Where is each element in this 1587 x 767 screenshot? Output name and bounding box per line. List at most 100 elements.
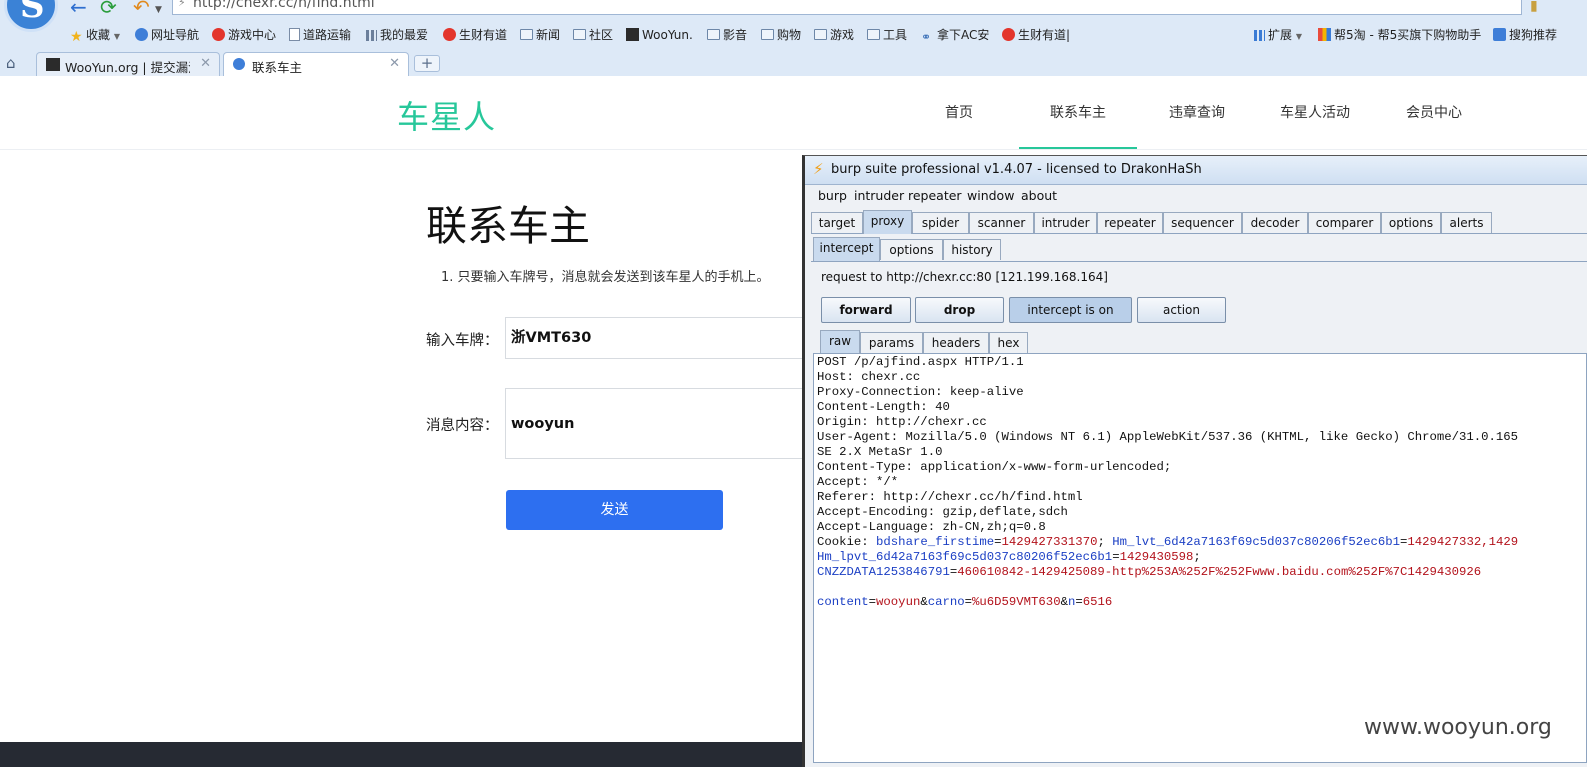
folder-icon xyxy=(867,29,880,40)
drop-button[interactable]: drop xyxy=(915,297,1004,323)
message-label: 消息内容： xyxy=(426,418,499,434)
refresh-icon[interactable]: ⟳ xyxy=(100,0,117,17)
bookmark-nav[interactable]: 网址导航 xyxy=(135,24,199,46)
close-icon[interactable]: ✕ xyxy=(200,56,211,71)
bookmarks-bar: ★ 收藏 ▼ 网址导航 游戏中心 道路运输 我的最爱 生财有道 新闻 社区 Woo… xyxy=(0,24,1587,46)
tab-alerts[interactable]: alerts xyxy=(1441,212,1492,233)
forward-button[interactable]: forward xyxy=(821,297,911,323)
header-line: Accept: */* xyxy=(817,475,899,489)
sougou-button[interactable]: 搜狗推荐 xyxy=(1493,24,1557,46)
document-icon xyxy=(289,28,300,41)
bookmark-wooyun[interactable]: WooYun. xyxy=(626,24,693,46)
tab-scanner[interactable]: scanner xyxy=(969,212,1034,233)
tab-decoder[interactable]: decoder xyxy=(1242,212,1308,233)
menu-repeater[interactable]: repeater xyxy=(908,188,962,203)
bang5-button[interactable]: 帮5淘 - 帮5买旗下购物助手 xyxy=(1318,24,1481,46)
tab-intercept[interactable]: intercept xyxy=(813,237,880,261)
bookmark-shengcai-2[interactable]: 生财有道| xyxy=(1002,24,1070,46)
cookie-line: CNZZDATA1253846791=460610842-1429425089-… xyxy=(817,565,1482,579)
sougou-icon xyxy=(1493,28,1506,41)
menu-burp[interactable]: burp xyxy=(818,188,847,203)
bookmark-road[interactable]: 道路运输 xyxy=(289,24,351,46)
header-line: Referer: http://chexr.cc/h/find.html xyxy=(817,490,1083,504)
tab-wooyun[interactable]: WooYun.org | 提交漏洞 ✕ xyxy=(36,52,220,76)
link-icon: ⚭ xyxy=(921,30,932,44)
tab-contact-owner[interactable]: 联系车主 ✕ xyxy=(223,52,409,76)
close-icon[interactable]: ✕ xyxy=(389,56,400,71)
site-favicon-icon xyxy=(233,58,245,70)
action-button[interactable]: action xyxy=(1137,297,1226,323)
tab-headers[interactable]: headers xyxy=(923,332,989,353)
address-bar[interactable]: ⚡ http://chexr.cc/h/find.html xyxy=(172,0,1522,15)
wooyun-icon xyxy=(46,58,60,71)
site-logo[interactable]: 车星人 xyxy=(397,92,496,138)
bookmark-shopping[interactable]: 购物 xyxy=(761,24,801,46)
bookmark-tools[interactable]: 工具 xyxy=(867,24,907,46)
proxy-tabs-divider xyxy=(811,261,1587,262)
message-textarea[interactable]: wooyun xyxy=(505,388,805,459)
tab-intruder[interactable]: intruder xyxy=(1034,212,1097,233)
bookmark-ac[interactable]: ⚭ 拿下AC安 xyxy=(921,24,989,46)
nav-events[interactable]: 车星人活动 xyxy=(1270,76,1360,149)
burp-title-bar[interactable]: ⚡ burp suite professional v1.4.07 - lice… xyxy=(805,156,1587,185)
tab-spider[interactable]: spider xyxy=(912,212,969,233)
tab-target[interactable]: target xyxy=(811,212,863,233)
tab-params[interactable]: params xyxy=(860,332,923,353)
bookmark-game-center[interactable]: 游戏中心 xyxy=(212,24,276,46)
header-line: Origin: http://chexr.cc xyxy=(817,415,987,429)
bang5-icon xyxy=(1318,28,1331,41)
header-line: Accept-Language: zh-CN,zh;q=0.8 xyxy=(817,520,1046,534)
new-tab-button[interactable]: + xyxy=(414,55,440,72)
undo-dropdown-icon[interactable]: ▼ xyxy=(155,0,162,20)
nav-violation-query[interactable]: 违章查询 xyxy=(1160,76,1234,149)
tab-history[interactable]: history xyxy=(943,239,1001,260)
cookie-line: Cookie: bdshare_firstime=1429427331370; … xyxy=(817,535,1519,549)
menu-intruder[interactable]: intruder xyxy=(854,188,904,203)
globe-icon xyxy=(135,28,148,41)
page-note: 1. 只要输入车牌号，消息就会发送到该车星人的手机上。 xyxy=(441,270,770,285)
undo-icon[interactable]: ↶ xyxy=(133,0,150,17)
bookmark-favorites[interactable]: ★ 收藏 ▼ xyxy=(70,24,120,46)
tab-hex[interactable]: hex xyxy=(989,332,1028,353)
nav-member-center[interactable]: 会员中心 xyxy=(1398,76,1470,149)
burp-tool-tabs: target proxy spider scanner intruder rep… xyxy=(811,210,1587,234)
bookmark-news[interactable]: 新闻 xyxy=(520,24,560,46)
nav-home[interactable]: 首页 xyxy=(930,76,988,149)
burp-title: burp suite professional v1.4.07 - licens… xyxy=(831,162,1202,177)
request-line: POST /p/ajfind.aspx HTTP/1.1 xyxy=(817,355,1024,369)
bookmark-community[interactable]: 社区 xyxy=(573,24,613,46)
bookmark-favorite[interactable]: 我的最爱 xyxy=(366,24,428,46)
tab-proxy-options[interactable]: options xyxy=(880,239,943,260)
extensions-button[interactable]: 扩展 ▼ xyxy=(1254,24,1302,46)
folder-icon xyxy=(761,29,774,40)
star-icon: ★ xyxy=(70,29,83,45)
plate-label: 输入车牌： xyxy=(426,333,499,349)
home-icon[interactable]: ⌂ xyxy=(6,54,16,72)
menu-about[interactable]: about xyxy=(1021,188,1057,203)
folder-icon xyxy=(520,29,533,40)
tab-repeater[interactable]: repeater xyxy=(1097,212,1163,233)
tab-comparer[interactable]: comparer xyxy=(1308,212,1381,233)
tab-raw[interactable]: raw xyxy=(820,330,860,353)
address-side-icon[interactable]: ▮ xyxy=(1530,0,1538,14)
tab-sequencer[interactable]: sequencer xyxy=(1163,212,1242,233)
back-icon[interactable]: ← xyxy=(70,0,87,17)
cookie-line: Hm_lpvt_6d42a7163f69c5d037c80206f52ec6b1… xyxy=(817,550,1201,564)
plate-input[interactable]: 浙VMT630 xyxy=(505,317,805,359)
wooyun-icon xyxy=(626,28,639,41)
page-title: 联系车主 xyxy=(426,202,590,250)
request-editor[interactable]: POST /p/ajfind.aspx HTTP/1.1 Host: chexr… xyxy=(813,353,1587,763)
bookmark-media[interactable]: 影音 xyxy=(707,24,747,46)
send-button[interactable]: 发送 xyxy=(506,490,723,530)
menu-window[interactable]: window xyxy=(967,188,1014,203)
intercept-toggle-button[interactable]: intercept is on xyxy=(1009,297,1132,323)
folder-icon xyxy=(573,29,586,40)
browser-toolbar: S ← ⟳ ↶ ▼ ⚡ http://chexr.cc/h/find.html … xyxy=(0,0,1587,77)
nav-contact-owner[interactable]: 联系车主 xyxy=(1019,76,1137,149)
bookmark-games[interactable]: 游戏 xyxy=(814,24,854,46)
bookmark-shengcai[interactable]: 生财有道 xyxy=(443,24,507,46)
tab-options[interactable]: options xyxy=(1381,212,1441,233)
header-line: User-Agent: Mozilla/5.0 (Windows NT 6.1)… xyxy=(817,430,1519,444)
header-line: SE 2.X MetaSr 1.0 xyxy=(817,445,943,459)
tab-proxy[interactable]: proxy xyxy=(863,210,912,234)
